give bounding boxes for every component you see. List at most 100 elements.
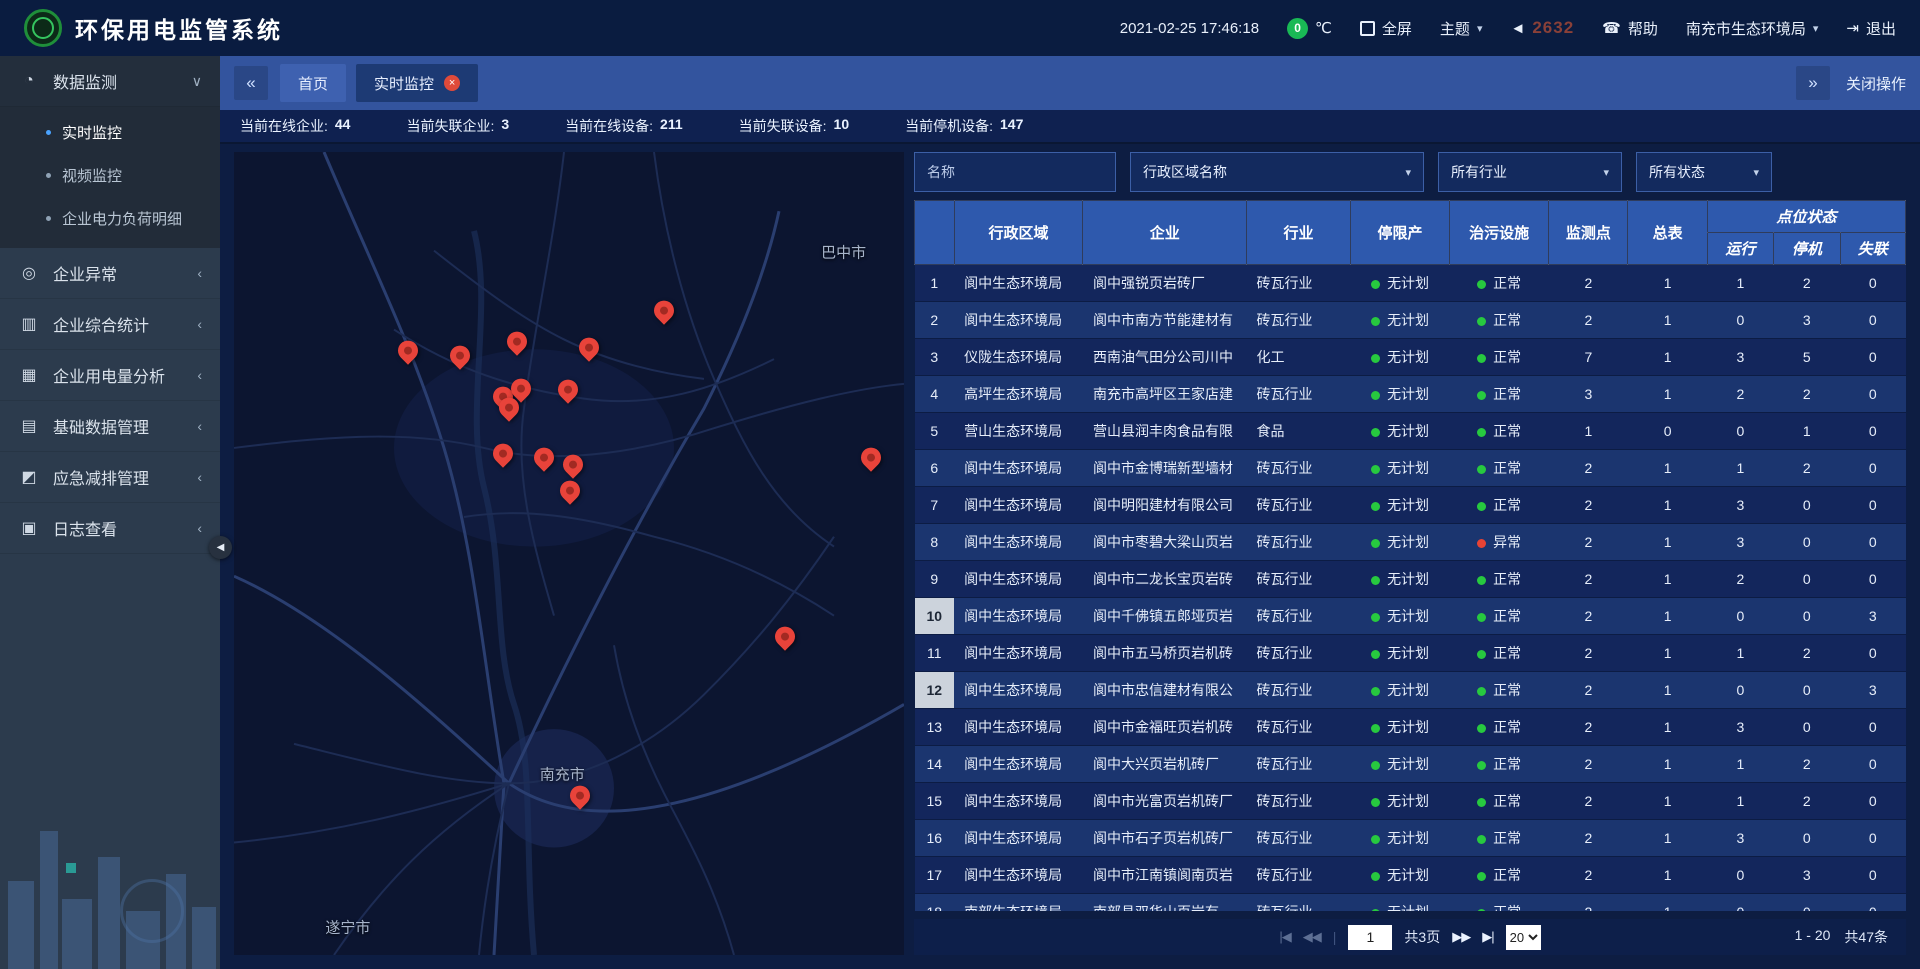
ferris-wheel-graphic — [120, 879, 184, 943]
cell-limit: 无计划 — [1351, 894, 1450, 912]
map-pin-icon[interactable] — [492, 441, 514, 471]
pagination-separator: | — [1333, 929, 1337, 945]
range-label: 1 - 20 — [1795, 927, 1831, 947]
map-pin-icon[interactable] — [557, 378, 579, 408]
name-search-input[interactable] — [914, 152, 1116, 192]
cell-limit: 无计划 — [1351, 450, 1450, 487]
table-row[interactable]: 18南部生态环境局南部县双华山页岩有限公砖瓦行业无计划正常21000 — [915, 894, 1906, 912]
status-dot-green — [1371, 354, 1380, 363]
table-row[interactable]: 1阆中生态环境局阆中强锐页岩砖厂砖瓦行业无计划正常21120 — [915, 265, 1906, 302]
prev-page-button[interactable]: ◀◀ — [1303, 929, 1321, 945]
page-number-input[interactable] — [1348, 925, 1392, 950]
table-row[interactable]: 14阆中生态环境局阆中大兴页岩机砖厂砖瓦行业无计划正常21120 — [915, 746, 1906, 783]
col-stop: 停机 — [1774, 233, 1840, 265]
table-row[interactable]: 8阆中生态环境局阆中市枣碧大梁山页岩砖瓦行业无计划异常21300 — [915, 524, 1906, 561]
sidebar-group-企业异常[interactable]: ◎企业异常‹ — [0, 248, 220, 299]
map-pin-icon[interactable] — [559, 479, 581, 509]
pagination-controls: |◀ ◀◀ | 共3页 ▶▶ ▶| 20 — [1279, 925, 1540, 950]
table-row[interactable]: 12阆中生态环境局阆中市忠信建材有限公砖瓦行业无计划正常21003 — [915, 672, 1906, 709]
status-dot-green — [1371, 724, 1380, 733]
map-pin-icon[interactable] — [533, 445, 555, 475]
tab-首页[interactable]: 首页 — [280, 64, 346, 102]
sidebar-group-数据监测[interactable]: ◔数据监测∨ — [0, 56, 220, 107]
map-pin-icon[interactable] — [860, 445, 882, 475]
sidebar-group-企业用电量分析[interactable]: ▦企业用电量分析‹ — [0, 350, 220, 401]
tab-close-icon[interactable]: × — [444, 75, 460, 91]
limit-text: 无计划 — [1387, 349, 1429, 365]
col-region: 行政区域 — [954, 201, 1083, 265]
table-row[interactable]: 3仪陇生态环境局西南油气田分公司川中化工无计划正常71350 — [915, 339, 1906, 376]
sidebar-group-企业综合统计[interactable]: ▥企业综合统计‹ — [0, 299, 220, 350]
status-dot-green — [1477, 798, 1486, 807]
status-dot-green — [1477, 465, 1486, 474]
map-pin-icon[interactable] — [569, 784, 591, 814]
chevron-down-icon: ▾ — [1813, 22, 1819, 35]
map-pin-icon[interactable] — [774, 625, 796, 655]
map-pin-icon[interactable] — [397, 338, 419, 368]
table-row[interactable]: 15阆中生态环境局阆中市光富页岩机砖厂砖瓦行业无计划正常21120 — [915, 783, 1906, 820]
logout-button[interactable]: ⇥ 退出 — [1846, 18, 1896, 39]
status-select[interactable]: 所有状态 ▾ — [1636, 152, 1772, 192]
cell-points: 2 — [1549, 820, 1628, 857]
stat-item: 当前失联设备:10 — [739, 116, 849, 136]
sidebar-group-基础数据管理[interactable]: ▤基础数据管理‹ — [0, 401, 220, 452]
limit-text: 无计划 — [1387, 386, 1429, 402]
sidebar-group-label: 日志查看 — [53, 516, 184, 540]
table-row[interactable]: 2阆中生态环境局阆中市南方节能建材有砖瓦行业无计划正常21030 — [915, 302, 1906, 339]
fullscreen-label: 全屏 — [1382, 18, 1412, 39]
sidebar-item-企业电力负荷明细[interactable]: 企业电力负荷明细 — [0, 197, 220, 240]
industry-select[interactable]: 所有行业 ▾ — [1438, 152, 1622, 192]
cell-facility: 正常 — [1450, 746, 1549, 783]
table-row[interactable]: 9阆中生态环境局阆中市二龙长宝页岩砖砖瓦行业无计划正常21200 — [915, 561, 1906, 598]
table-row[interactable]: 16阆中生态环境局阆中市石子页岩机砖厂砖瓦行业无计划正常21300 — [915, 820, 1906, 857]
tab-实时监控[interactable]: 实时监控× — [356, 64, 478, 102]
map-pin-icon[interactable] — [578, 336, 600, 366]
status-dot-green — [1477, 502, 1486, 511]
close-operations-button[interactable]: 关闭操作 — [1846, 73, 1906, 94]
tabs-scroll-left-button[interactable]: « — [234, 66, 268, 100]
cell-meters: 1 — [1628, 487, 1707, 524]
table-row[interactable]: 6阆中生态环境局阆中市金博瑞新型墙材砖瓦行业无计划正常21120 — [915, 450, 1906, 487]
table-row[interactable]: 5营山生态环境局营山县润丰肉食品有限食品无计划正常10010 — [915, 413, 1906, 450]
table-row[interactable]: 13阆中生态环境局阆中市金福旺页岩机砖砖瓦行业无计划正常21300 — [915, 709, 1906, 746]
cell-run: 0 — [1707, 857, 1773, 894]
limit-text: 无计划 — [1387, 534, 1429, 550]
sidebar-group: ◩应急减排管理‹ — [0, 452, 220, 503]
map-pin-icon[interactable] — [506, 330, 528, 360]
table-row[interactable]: 4高坪生态环境局南充市高坪区王家店建砖瓦行业无计划正常31220 — [915, 376, 1906, 413]
table-row[interactable]: 11阆中生态环境局阆中市五马桥页岩机砖砖瓦行业无计划正常21120 — [915, 635, 1906, 672]
map-pin-icon[interactable] — [449, 344, 471, 374]
sidebar-group-日志查看[interactable]: ▣日志查看‹ — [0, 503, 220, 554]
table-row[interactable]: 7阆中生态环境局阆中明阳建材有限公司砖瓦行业无计划正常21300 — [915, 487, 1906, 524]
map-panel[interactable]: 巴中市南充市遂宁市 — [234, 152, 904, 955]
theme-dropdown[interactable]: 主题 ▾ — [1440, 18, 1483, 39]
map-pin-icon[interactable] — [562, 452, 584, 482]
org-dropdown[interactable]: 南充市生态环境局 ▾ — [1686, 18, 1819, 39]
sidebar-group-应急减排管理[interactable]: ◩应急减排管理‹ — [0, 452, 220, 503]
cell-points: 2 — [1549, 598, 1628, 635]
first-page-button[interactable]: |◀ — [1279, 929, 1290, 945]
status-dot-green — [1477, 687, 1486, 696]
last-page-button[interactable]: ▶| — [1482, 929, 1493, 945]
map-pin-icon[interactable] — [498, 395, 520, 425]
sidebar-collapse-button[interactable]: ◀ — [209, 536, 232, 559]
help-button[interactable]: ☎ 帮助 — [1602, 18, 1658, 39]
stat-item: 当前失联企业:3 — [406, 116, 509, 136]
sidebar-item-视频监控[interactable]: 视频监控 — [0, 154, 220, 197]
alert-widget[interactable]: ◄ 2632 — [1510, 18, 1574, 38]
map-pin-icon[interactable] — [653, 298, 675, 328]
cell-facility: 正常 — [1450, 598, 1549, 635]
next-page-button[interactable]: ▶▶ — [1452, 929, 1470, 945]
sidebar-item-实时监控[interactable]: 实时监控 — [0, 111, 220, 154]
page-size-select[interactable]: 20 — [1506, 925, 1541, 950]
facility-text: 正常 — [1493, 793, 1521, 809]
table-row[interactable]: 17阆中生态环境局阆中市江南镇阆南页岩砖瓦行业无计划正常21030 — [915, 857, 1906, 894]
status-dot-green — [1477, 650, 1486, 659]
cell-stop: 0 — [1774, 672, 1840, 709]
stats-bar: 当前在线企业:44当前失联企业:3当前在线设备:211当前失联设备:10当前停机… — [220, 110, 1920, 144]
table-row[interactable]: 10阆中生态环境局阆中千佛镇五郎垭页岩砖瓦行业无计划正常21003 — [915, 598, 1906, 635]
stat-value: 147 — [1000, 116, 1023, 136]
tabs-scroll-right-button[interactable]: » — [1796, 66, 1830, 100]
region-select[interactable]: 行政区域名称 ▾ — [1130, 152, 1424, 192]
fullscreen-button[interactable]: 全屏 — [1360, 18, 1412, 39]
